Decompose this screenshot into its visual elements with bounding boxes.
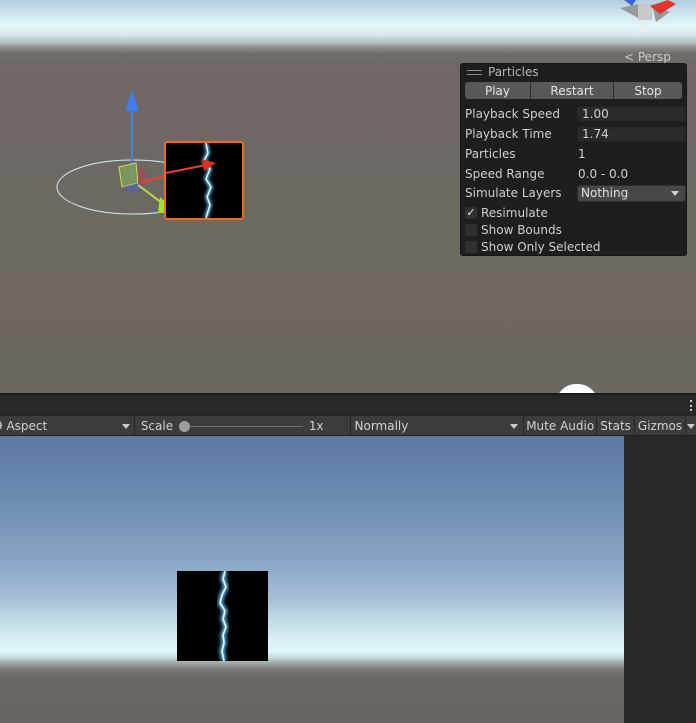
- scale-value: 1x: [308, 419, 324, 433]
- simulate-layers-row: Simulate Layers Nothing: [465, 184, 687, 202]
- gizmo-cone-left[interactable]: [620, 4, 638, 18]
- game-view-toolbar: 9 Aspect Scale 1x Normally Mute Audio St…: [0, 415, 696, 436]
- panel-header[interactable]: Particles: [461, 64, 686, 80]
- selected-particle-billboard[interactable]: [164, 141, 244, 220]
- particles-overlay-panel: Particles Play Restart Stop Playback Spe…: [460, 63, 687, 256]
- x-axis-overlay: [166, 159, 216, 174]
- persp-toggle[interactable]: < Persp: [624, 50, 671, 64]
- scale-control: Scale 1x: [135, 416, 351, 436]
- particles-count-label: Particles: [465, 147, 516, 161]
- resimulate-label: Resimulate: [481, 206, 548, 220]
- playback-speed-input[interactable]: 1.00: [577, 106, 686, 122]
- chevron-down-icon: [686, 423, 695, 429]
- stop-button[interactable]: Stop: [614, 82, 682, 99]
- gizmos-dropdown[interactable]: [686, 416, 696, 436]
- show-bounds-checkbox[interactable]: [465, 224, 477, 236]
- particle-render: [177, 571, 268, 661]
- playback-time-input[interactable]: 1.74: [577, 126, 686, 142]
- scale-slider-track[interactable]: [184, 426, 303, 427]
- playback-buttons: Play Restart Stop: [465, 82, 682, 99]
- simulate-layers-label: Simulate Layers: [465, 186, 562, 200]
- playback-speed-row: Playback Speed 1.00: [465, 105, 687, 123]
- gizmo-center-cube[interactable]: [638, 4, 652, 20]
- play-mode-label: Normally: [354, 419, 409, 433]
- show-only-selected-checkbox[interactable]: [465, 241, 477, 253]
- gizmo-y-cone[interactable]: [640, 20, 648, 32]
- show-only-selected-label: Show Only Selected: [481, 240, 601, 254]
- xz-plane-handle[interactable]: [118, 162, 139, 188]
- chevron-down-icon: [121, 423, 130, 429]
- z-axis-line[interactable]: [137, 184, 163, 204]
- show-bounds-checkbox-row[interactable]: Show Bounds: [465, 222, 562, 238]
- y-axis-arrow-icon[interactable]: [125, 90, 139, 111]
- show-only-selected-checkbox-row[interactable]: Show Only Selected: [465, 239, 601, 255]
- panel-title: Particles: [488, 65, 539, 79]
- game-view-viewport[interactable]: [0, 436, 624, 723]
- playback-speed-label: Playback Speed: [465, 107, 560, 121]
- particles-count-value: 1: [578, 147, 586, 161]
- speed-range-row: Speed Range 0.0 - 0.0: [465, 165, 687, 183]
- aspect-label: 9 Aspect: [0, 419, 48, 433]
- chevron-left-icon: <: [624, 50, 638, 64]
- chevron-down-icon: [510, 423, 519, 429]
- scene-orientation-gizmo-icon[interactable]: [616, 0, 682, 34]
- restart-button[interactable]: Restart: [531, 82, 614, 99]
- gizmos-button[interactable]: Gizmos: [635, 416, 686, 436]
- play-mode-dropdown[interactable]: Normally: [351, 416, 525, 436]
- stats-button[interactable]: Stats: [597, 416, 636, 436]
- drag-handle-icon[interactable]: [467, 69, 482, 75]
- mute-audio-button[interactable]: Mute Audio: [524, 416, 598, 436]
- playback-time-row: Playback Time 1.74: [465, 125, 687, 143]
- play-button[interactable]: Play: [465, 82, 531, 99]
- simulate-layers-value: Nothing: [581, 186, 629, 200]
- particles-count-row: Particles 1: [465, 145, 687, 163]
- resimulate-checkbox-row[interactable]: ✓ Resimulate: [465, 205, 548, 221]
- aspect-dropdown[interactable]: 9 Aspect: [0, 416, 135, 436]
- lightning-particle-icon: [217, 571, 229, 661]
- resimulate-checkbox[interactable]: ✓: [465, 207, 477, 219]
- scale-label: Scale: [140, 419, 174, 433]
- scene-view[interactable]: < Persp Particles Play Restart Stop Play…: [0, 0, 696, 395]
- speed-range-label: Speed Range: [465, 167, 545, 181]
- persp-label: Persp: [637, 50, 671, 64]
- show-bounds-label: Show Bounds: [481, 223, 562, 237]
- playback-time-label: Playback Time: [465, 127, 552, 141]
- scale-slider-thumb[interactable]: [178, 421, 190, 432]
- speed-range-value: 0.0 - 0.0: [578, 167, 629, 181]
- chevron-down-icon: [671, 190, 679, 196]
- game-view-side-panel: [624, 436, 696, 723]
- simulate-layers-dropdown[interactable]: Nothing: [577, 184, 686, 202]
- game-tab-bar: [0, 395, 696, 415]
- more-options-icon[interactable]: [690, 400, 693, 411]
